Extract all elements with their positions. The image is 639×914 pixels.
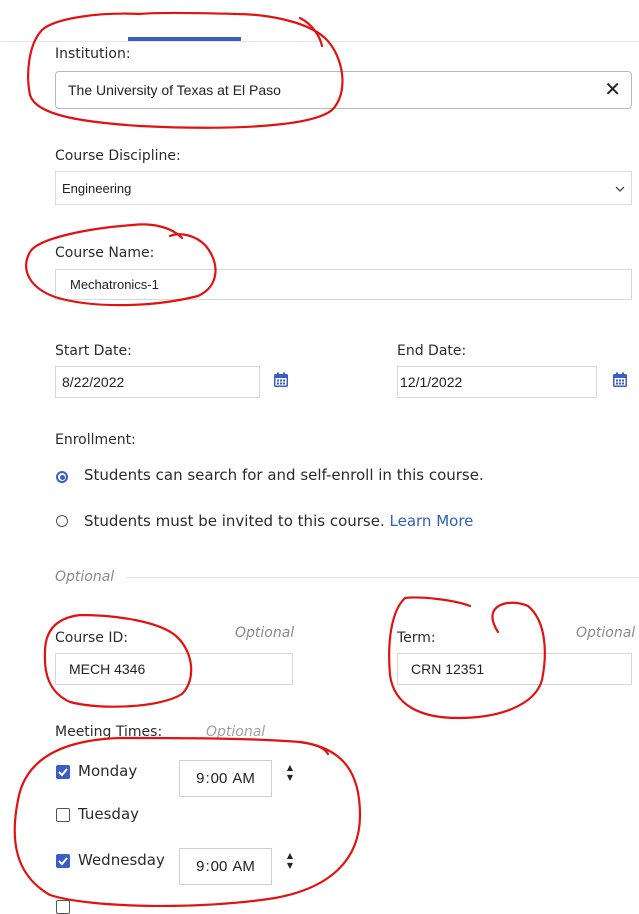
term-input[interactable]: CRN 12351 [397,653,632,685]
top-divider [0,41,639,42]
optional-divider-line [126,577,639,578]
wednesday-hour: 9 [196,858,205,875]
end-date-label: End Date: [397,343,467,359]
monday-label: Monday [78,762,138,780]
monday-ampm: AM [232,770,255,787]
tuesday-checkbox[interactable] [56,808,70,822]
monday-time-input[interactable]: 9 : 00 AM [179,760,272,797]
wednesday-ampm: AM [232,858,255,875]
start-date-value: 8/22/2022 [62,374,125,390]
institution-value: The University of Texas at El Paso [68,82,281,98]
course-id-input[interactable]: MECH 4346 [55,653,293,685]
end-date-value: 12/1/2022 [400,374,463,390]
course-id-optional: Optional [235,625,295,641]
enrollment-label: Enrollment: [55,432,136,448]
term-value: CRN 12351 [411,661,485,677]
close-icon[interactable]: ✕ [604,80,621,100]
monday-time-spinner[interactable]: ▲ ▼ [284,763,296,795]
enrollment-radio-self[interactable] [56,471,68,483]
monday-minute: 00 [210,770,228,787]
calendar-icon[interactable] [273,372,289,388]
wednesday-minute: 00 [210,858,228,875]
enrollment-radio-invite[interactable] [56,515,68,527]
course-name-value: Mechatronics-1 [70,277,159,292]
course-id-label: Course ID: [55,630,128,646]
meeting-times-label: Meeting Times: [55,724,163,740]
meeting-times-optional: Optional [206,724,266,740]
wednesday-time-input[interactable]: 9 : 00 AM [179,848,272,885]
course-name-label: Course Name: [55,245,155,261]
enrollment-option-self[interactable]: Students can search for and self-enroll … [84,466,484,484]
start-date-input[interactable]: 8/22/2022 [55,366,260,398]
start-date-label: Start Date: [55,343,132,359]
chevron-down-icon [615,186,625,192]
discipline-value: Engineering [62,180,132,196]
enrollment-option-invite[interactable]: Students must be invited to this course.… [84,512,473,530]
thursday-checkbox[interactable] [56,900,70,914]
enrollment-option-invite-text: Students must be invited to this course. [84,512,385,530]
monday-time-sep: : [205,770,210,787]
tuesday-label: Tuesday [78,805,140,823]
course-id-value: MECH 4346 [69,661,146,677]
optional-section-label: Optional [55,569,115,585]
wednesday-time-sep: : [205,858,210,875]
term-label: Term: [397,630,436,646]
wednesday-label: Wednesday [78,851,165,869]
discipline-label: Course Discipline: [55,148,181,164]
institution-input[interactable]: The University of Texas at El Paso ✕ [55,71,632,109]
wednesday-checkbox[interactable] [56,854,70,868]
learn-more-link[interactable]: Learn More [390,512,474,530]
end-date-input[interactable]: 12/1/2022 [397,366,597,398]
term-optional: Optional [576,625,636,641]
monday-hour: 9 [196,770,205,787]
calendar-icon[interactable] [612,372,628,388]
discipline-select[interactable]: Engineering [55,171,632,205]
course-name-input[interactable]: Mechatronics-1 [55,269,632,300]
monday-checkbox[interactable] [56,765,70,779]
institution-label: Institution: [55,46,131,62]
wednesday-time-spinner[interactable]: ▲ ▼ [284,851,296,883]
